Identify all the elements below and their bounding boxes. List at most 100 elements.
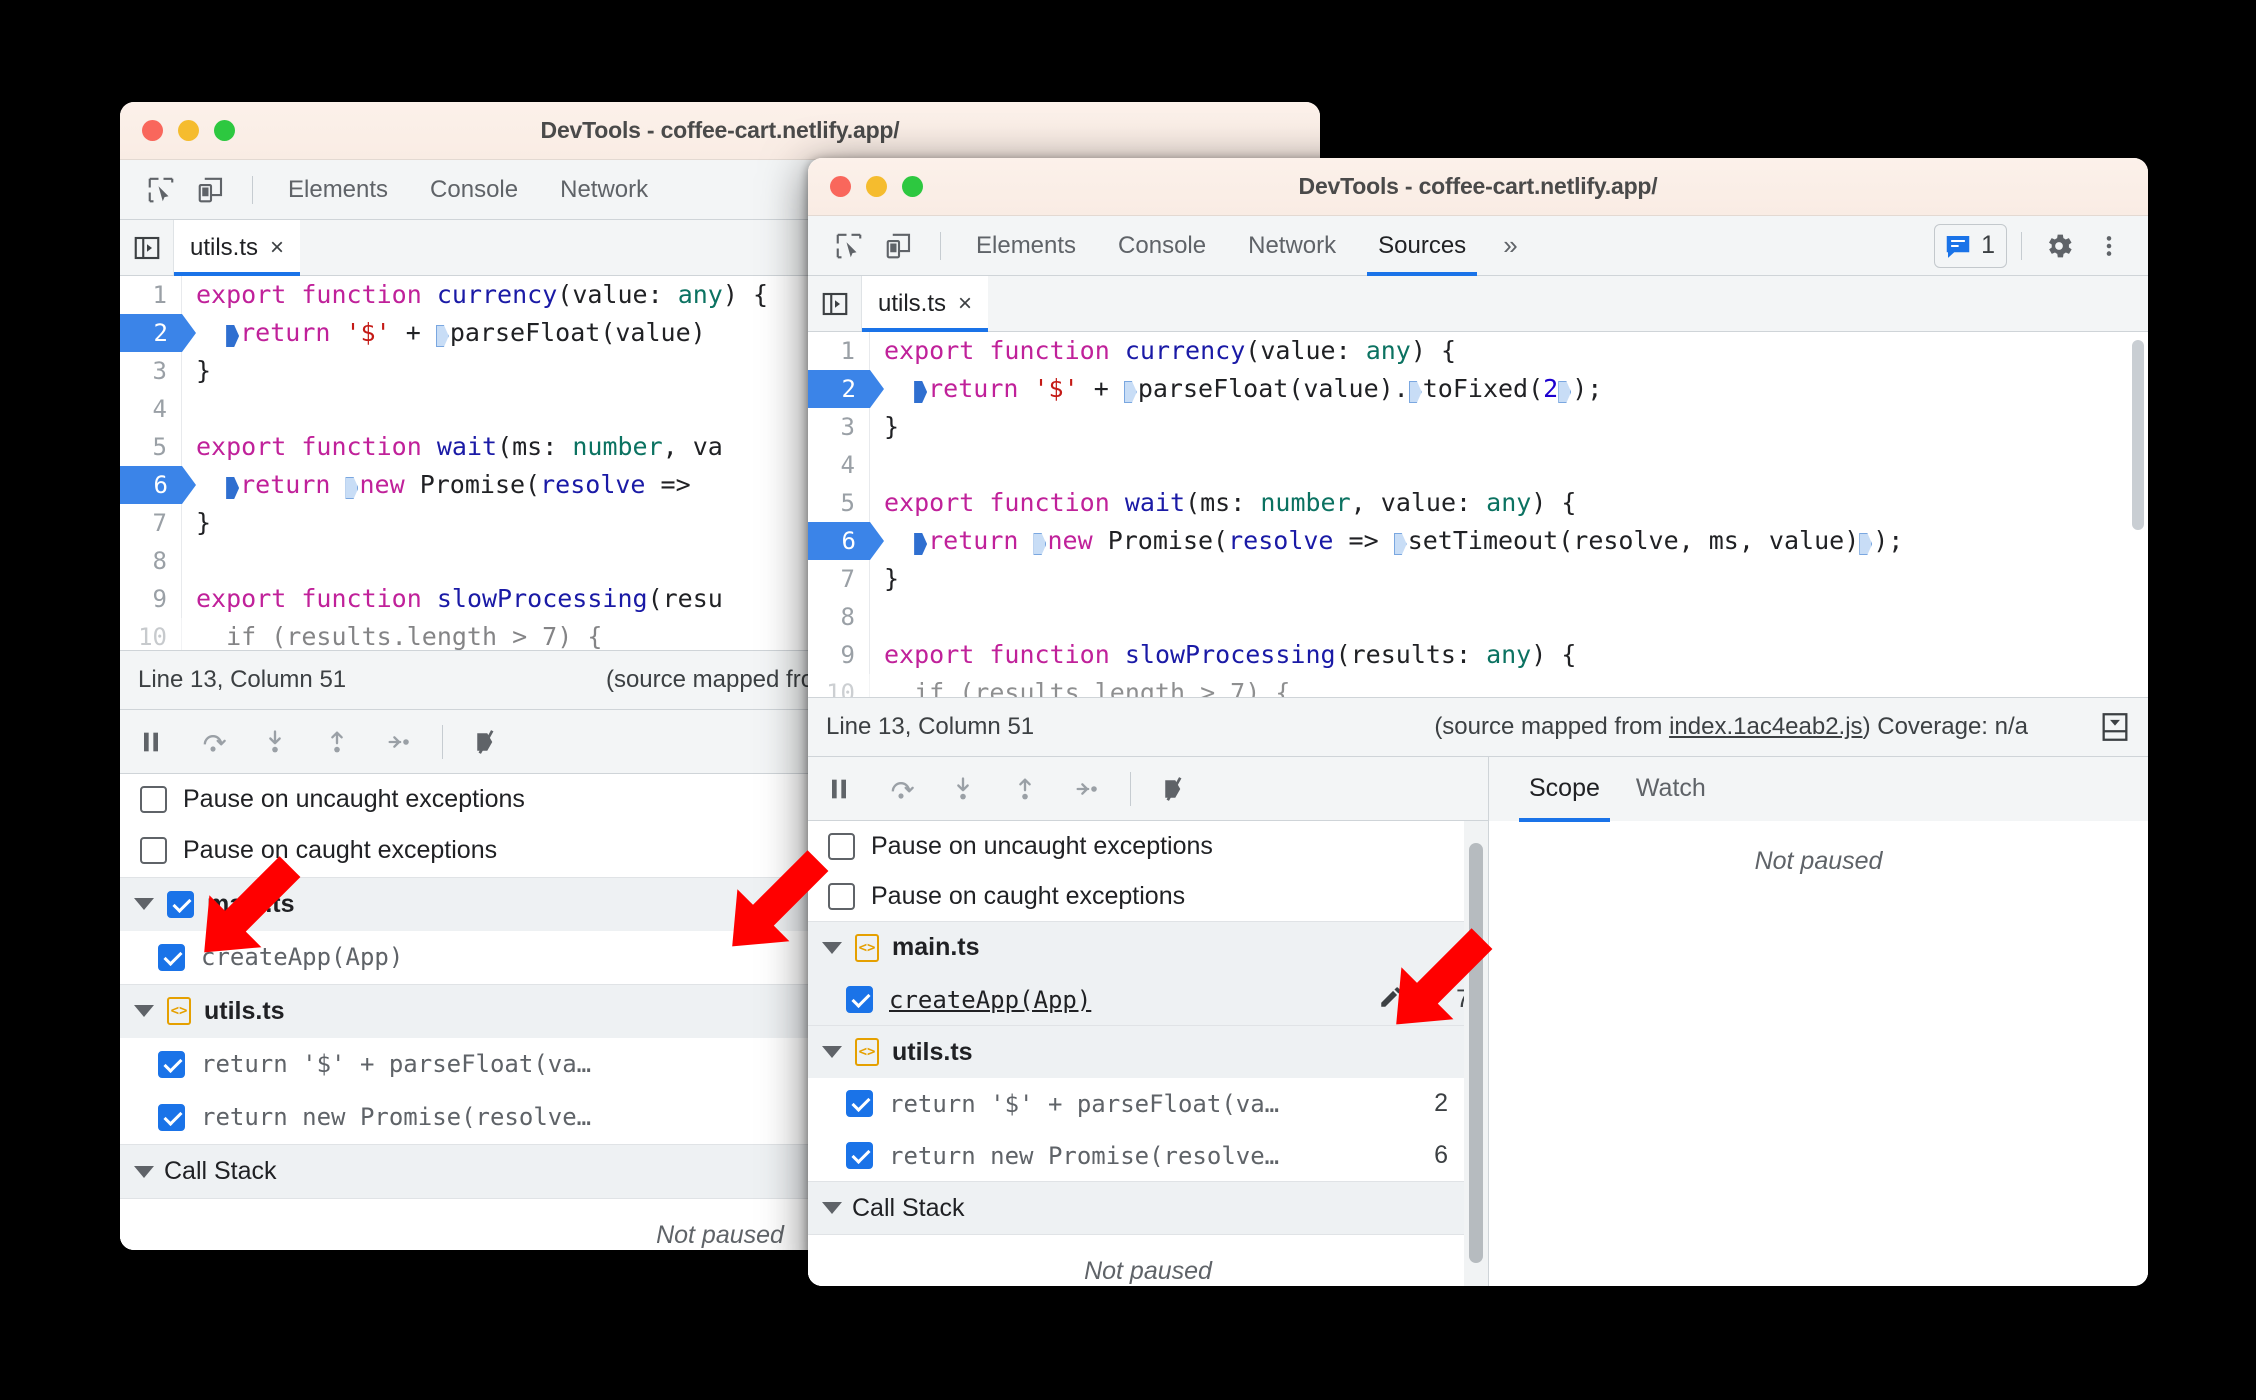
minimize-window-button[interactable]: [178, 120, 199, 141]
more-vertical-icon[interactable]: [2086, 224, 2132, 268]
deactivate-breakpoints-icon[interactable]: [1143, 757, 1205, 821]
pause-script-icon[interactable]: [120, 710, 182, 774]
step-icon[interactable]: [1056, 757, 1118, 821]
inline-breakpoint-marker[interactable]: [1123, 381, 1137, 403]
pause-caught-checkbox[interactable]: [828, 882, 855, 910]
step-over-icon[interactable]: [870, 757, 932, 821]
deactivate-breakpoints-icon[interactable]: [455, 710, 517, 774]
debugger-toolbar-front[interactable]: Scope Watch: [808, 756, 2148, 822]
line-number[interactable]: 2: [808, 370, 884, 408]
source-map-file-link[interactable]: index.1ac4eab2.js: [1669, 713, 1862, 740]
more-tabs-icon[interactable]: »: [1487, 230, 1533, 261]
step-icon[interactable]: [368, 710, 430, 774]
editor-scrollbar[interactable]: [2132, 340, 2144, 530]
breakpoint-actions[interactable]: ✕: [1378, 984, 1434, 1016]
tab-console[interactable]: Console: [409, 160, 539, 219]
close-window-button[interactable]: [830, 176, 851, 197]
pause-uncaught-checkbox[interactable]: [140, 786, 167, 814]
pencil-icon[interactable]: [1378, 984, 1404, 1016]
inline-breakpoint-marker[interactable]: [914, 381, 928, 403]
call-stack-header[interactable]: Call Stack: [808, 1182, 1488, 1235]
code-editor-front[interactable]: 1 export function currency(value: any) { …: [808, 332, 2148, 698]
breakpoint-label[interactable]: createApp(App): [889, 986, 1362, 1014]
chevron-down-icon[interactable]: [822, 941, 842, 954]
breakpoint-checkbox[interactable]: [158, 1050, 185, 1078]
breakpoint-checkbox[interactable]: [846, 1142, 873, 1170]
panel-tabs[interactable]: Elements Console Network Sources »: [955, 216, 1534, 276]
tab-network[interactable]: Network: [1227, 216, 1357, 275]
line-number[interactable]: 6: [808, 522, 884, 560]
close-window-button[interactable]: [142, 120, 163, 141]
line-number[interactable]: 6: [120, 466, 196, 504]
panel-tabs[interactable]: Elements Console Network: [267, 160, 669, 219]
breakpoint-group-utils-ts[interactable]: <> utils.ts: [808, 1026, 1488, 1078]
breakpoint-item[interactable]: createApp(App) ✕ 7: [808, 973, 1488, 1026]
breakpoints-pane-front[interactable]: Pause on uncaught exceptions Pause on ca…: [808, 821, 1488, 1286]
close-icon[interactable]: ×: [270, 234, 284, 262]
traffic-lights[interactable]: [142, 120, 235, 141]
inline-breakpoint-marker[interactable]: [435, 325, 449, 347]
inline-breakpoint-marker[interactable]: [345, 477, 359, 499]
chevron-down-icon[interactable]: [134, 1165, 154, 1178]
show-drawer-icon[interactable]: [2098, 710, 2132, 744]
step-out-icon[interactable]: [306, 710, 368, 774]
show-navigator-icon[interactable]: [120, 220, 174, 275]
chevron-down-icon[interactable]: [134, 1005, 154, 1018]
inline-breakpoint-marker[interactable]: [1033, 533, 1047, 555]
pause-uncaught-checkbox[interactable]: [828, 832, 855, 860]
inline-breakpoint-marker[interactable]: [1408, 381, 1422, 403]
step-into-icon[interactable]: [244, 710, 306, 774]
step-into-icon[interactable]: [932, 757, 994, 821]
devtools-window-front[interactable]: DevTools - coffee-cart.netlify.app/ Elem…: [808, 158, 2148, 1286]
pause-caught-checkbox[interactable]: [140, 837, 167, 865]
inspect-element-icon[interactable]: [138, 168, 184, 212]
tab-sources[interactable]: Sources: [1357, 216, 1487, 276]
breakpoint-checkbox[interactable]: [846, 986, 873, 1014]
maximize-window-button[interactable]: [902, 176, 923, 197]
scrollbar-thumb[interactable]: [1469, 843, 1483, 1264]
show-navigator-icon[interactable]: [808, 276, 862, 331]
inline-breakpoint-marker[interactable]: [1859, 533, 1873, 555]
file-tab-utils-ts[interactable]: utils.ts ×: [862, 276, 989, 332]
close-icon[interactable]: ×: [958, 290, 972, 318]
chevron-down-icon[interactable]: [822, 1202, 842, 1215]
gear-icon[interactable]: [2036, 224, 2082, 268]
tab-scope[interactable]: Scope: [1511, 757, 1618, 822]
pause-caught-row[interactable]: Pause on caught exceptions: [808, 871, 1488, 921]
tab-network[interactable]: Network: [539, 160, 669, 219]
breakpoint-item[interactable]: return '$' + parseFloat(va… 2: [808, 1078, 1488, 1130]
issues-button[interactable]: 1: [1934, 223, 2007, 268]
breakpoint-checkbox[interactable]: [846, 1090, 873, 1118]
chevron-down-icon[interactable]: [134, 898, 154, 911]
tab-watch[interactable]: Watch: [1618, 757, 1724, 821]
tab-elements[interactable]: Elements: [955, 216, 1097, 275]
inspect-element-icon[interactable]: [826, 224, 872, 268]
close-icon[interactable]: ✕: [1418, 986, 1434, 1013]
inline-breakpoint-marker[interactable]: [1558, 381, 1572, 403]
step-out-icon[interactable]: [994, 757, 1056, 821]
breakpoint-checkbox[interactable]: [158, 943, 185, 971]
breakpoint-group-main-ts[interactable]: <> main.ts: [808, 921, 1488, 974]
chevron-down-icon[interactable]: [822, 1046, 842, 1059]
tab-console[interactable]: Console: [1097, 216, 1227, 275]
minimize-window-button[interactable]: [866, 176, 887, 197]
device-toolbar-icon[interactable]: [188, 168, 234, 212]
breakpoints-scrollbar[interactable]: [1464, 821, 1488, 1286]
tab-elements[interactable]: Elements: [267, 160, 409, 219]
line-number[interactable]: 2: [120, 314, 196, 352]
group-checkbox-main-ts[interactable]: [167, 890, 194, 918]
breakpoint-checkbox[interactable]: [158, 1103, 185, 1131]
scope-watch-tabs[interactable]: Scope Watch: [1488, 756, 2148, 822]
inline-breakpoint-marker[interactable]: [226, 325, 240, 347]
inline-breakpoint-marker[interactable]: [914, 533, 928, 555]
pause-script-icon[interactable]: [808, 757, 870, 821]
traffic-lights[interactable]: [830, 176, 923, 197]
breakpoint-item[interactable]: return new Promise(resolve… 6: [808, 1130, 1488, 1182]
inline-breakpoint-marker[interactable]: [1393, 533, 1407, 555]
step-over-icon[interactable]: [182, 710, 244, 774]
file-tab-utils-ts[interactable]: utils.ts ×: [174, 220, 301, 276]
inline-breakpoint-marker[interactable]: [226, 477, 240, 499]
maximize-window-button[interactable]: [214, 120, 235, 141]
device-toolbar-icon[interactable]: [876, 224, 922, 268]
pause-uncaught-row[interactable]: Pause on uncaught exceptions: [808, 821, 1488, 871]
